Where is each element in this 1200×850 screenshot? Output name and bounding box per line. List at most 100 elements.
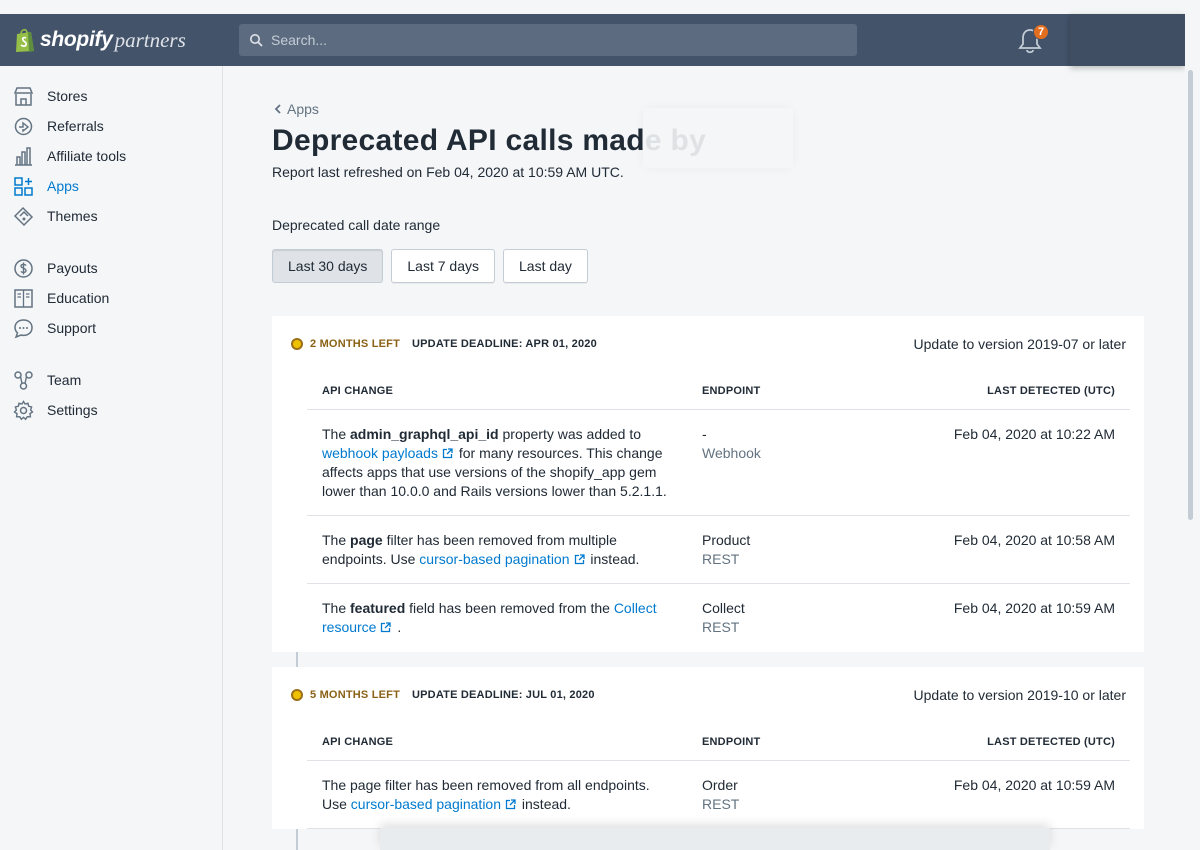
- endpoint-name: Product: [702, 532, 751, 548]
- endpoint-cell: Collect REST: [702, 599, 745, 637]
- nav-group-account: Payouts Education Support: [0, 231, 222, 343]
- analytics-icon: [15, 146, 32, 166]
- update-to-version-text: Update to version 2019-10 or later: [913, 687, 1126, 703]
- sidebar-item-apps[interactable]: Apps: [0, 171, 222, 201]
- report-refreshed-text: Report last refreshed on Feb 04, 2020 at…: [272, 164, 624, 180]
- sidebar-item-payouts[interactable]: Payouts: [0, 253, 222, 283]
- api-change-cell: The featured field has been removed from…: [322, 599, 667, 637]
- book-icon: [14, 288, 33, 308]
- update-deadline-label: UPDATE DEADLINE: APR 01, 2020: [412, 338, 597, 350]
- deprecation-section: 2 MONTHS LEFT UPDATE DEADLINE: APR 01, 2…: [272, 316, 1144, 652]
- months-left-label: 5 MONTHS LEFT: [310, 689, 400, 701]
- change-code: page: [350, 532, 383, 548]
- endpoint-name: -: [702, 426, 707, 442]
- endpoint-type: Webhook: [702, 445, 761, 461]
- sidebar-item-label: Stores: [47, 88, 88, 104]
- warning-dot-icon: [291, 338, 303, 350]
- column-header-api-change: API CHANGE: [322, 384, 394, 397]
- external-link-icon: [442, 448, 453, 459]
- last-detected-cell: Feb 04, 2020 at 10:59 AM: [953, 600, 1115, 616]
- date-range-label: Deprecated call date range: [272, 217, 441, 233]
- scrollbar-thumb[interactable]: [1188, 70, 1193, 520]
- change-text: The: [322, 532, 351, 548]
- range-button-7-days[interactable]: Last 7 days: [391, 249, 495, 283]
- endpoint-cell: - Webhook: [702, 425, 761, 463]
- sidebar-item-themes[interactable]: Themes: [0, 201, 222, 231]
- column-header-last-detected: LAST DETECTED (UTC): [987, 384, 1115, 397]
- endpoint-name: Collect: [702, 600, 745, 616]
- main-content: Apps Deprecated API calls made by Report…: [223, 66, 1185, 850]
- shopify-bag-icon: [16, 28, 34, 52]
- sidebar-item-label: Payouts: [47, 260, 98, 276]
- shopify-partners-logo[interactable]: shopify partners: [14, 27, 186, 53]
- table-row: The page filter has been removed from mu…: [307, 516, 1130, 584]
- change-text: The: [322, 426, 351, 442]
- last-detected-cell: Feb 04, 2020 at 10:22 AM: [953, 426, 1115, 442]
- toast-overlay: [380, 828, 1050, 850]
- referrals-icon: [14, 117, 33, 135]
- nav-group-main: Stores Referrals Affiliate tools Apps Th…: [0, 66, 222, 231]
- endpoint-type: REST: [702, 796, 740, 812]
- search-icon: [250, 34, 263, 47]
- column-header-endpoint: ENDPOINT: [702, 735, 761, 748]
- update-to-version-text: Update to version 2019-07 or later: [913, 336, 1126, 352]
- search-bar[interactable]: [239, 24, 857, 56]
- breadcrumb-back-link[interactable]: Apps: [272, 101, 319, 117]
- docs-link[interactable]: cursor-based pagination: [351, 796, 501, 812]
- endpoint-type: REST: [702, 551, 740, 567]
- external-link-icon: [505, 799, 516, 810]
- chat-icon: [14, 318, 33, 338]
- sidebar-item-referrals[interactable]: Referrals: [0, 111, 222, 141]
- change-code: admin_graphql_api_id: [350, 426, 499, 442]
- sidebar-item-team[interactable]: Team: [0, 365, 222, 395]
- sidebar: Stores Referrals Affiliate tools Apps Th…: [0, 66, 223, 850]
- brand-sub: partners: [114, 27, 186, 52]
- sidebar-item-label: Support: [47, 320, 97, 336]
- endpoint-name: Order: [702, 777, 738, 793]
- section-header: 2 MONTHS LEFT UPDATE DEADLINE: APR 01, 2…: [272, 316, 1144, 372]
- table-header: API CHANGE ENDPOINT LAST DETECTED (UTC): [307, 723, 1130, 761]
- top-bar: shopify partners 7: [0, 14, 1185, 66]
- last-detected-cell: Feb 04, 2020 at 10:58 AM: [953, 532, 1115, 548]
- apps-icon: [14, 176, 33, 196]
- sidebar-item-settings[interactable]: Settings: [0, 395, 222, 425]
- nav-group-settings: Team Settings: [0, 343, 222, 425]
- api-change-cell: The page filter has been removed from al…: [322, 776, 667, 814]
- column-header-api-change: API CHANGE: [322, 735, 394, 748]
- sidebar-item-education[interactable]: Education: [0, 283, 222, 313]
- sidebar-item-support[interactable]: Support: [0, 313, 222, 343]
- sidebar-item-label: Settings: [47, 402, 98, 418]
- section-header: 5 MONTHS LEFT UPDATE DEADLINE: JUL 01, 2…: [272, 667, 1144, 723]
- range-button-last-day[interactable]: Last day: [503, 249, 588, 283]
- section-body: API CHANGE ENDPOINT LAST DETECTED (UTC) …: [272, 723, 1144, 829]
- search-input[interactable]: [271, 32, 831, 48]
- endpoint-cell: Product REST: [702, 531, 750, 569]
- docs-link[interactable]: cursor-based pagination: [419, 551, 569, 567]
- docs-link[interactable]: webhook payloads: [322, 445, 438, 461]
- warning-dot-icon: [291, 689, 303, 701]
- themes-icon: [13, 206, 34, 226]
- sidebar-item-label: Apps: [47, 178, 79, 194]
- team-icon: [14, 370, 33, 390]
- deprecation-section: 5 MONTHS LEFT UPDATE DEADLINE: JUL 01, 2…: [272, 667, 1144, 829]
- sidebar-item-label: Team: [47, 372, 82, 388]
- range-button-30-days[interactable]: Last 30 days: [272, 249, 384, 283]
- last-detected-cell: Feb 04, 2020 at 10:59 AM: [953, 777, 1115, 793]
- page-title: Deprecated API calls made by: [272, 124, 707, 157]
- change-text: property was added to: [498, 426, 642, 442]
- api-change-cell: The admin_graphql_api_id property was ad…: [322, 425, 667, 501]
- change-text: field has been removed from the: [405, 600, 614, 616]
- sidebar-item-stores[interactable]: Stores: [0, 81, 222, 111]
- account-menu[interactable]: [1070, 14, 1185, 66]
- endpoint-cell: Order REST: [702, 776, 739, 814]
- deprecation-table: API CHANGE ENDPOINT LAST DETECTED (UTC) …: [307, 723, 1130, 829]
- date-range-button-group: Last 30 days Last 7 days Last day: [272, 249, 588, 283]
- sidebar-item-affiliate-tools[interactable]: Affiliate tools: [0, 141, 222, 171]
- popover-overlay: [643, 108, 793, 168]
- table-row: The page filter has been removed from al…: [307, 761, 1130, 829]
- section-body: API CHANGE ENDPOINT LAST DETECTED (UTC) …: [272, 372, 1144, 652]
- deprecation-table: API CHANGE ENDPOINT LAST DETECTED (UTC) …: [307, 372, 1130, 652]
- endpoint-type: REST: [702, 619, 740, 635]
- table-header: API CHANGE ENDPOINT LAST DETECTED (UTC): [307, 372, 1130, 410]
- change-text: instead.: [518, 796, 571, 812]
